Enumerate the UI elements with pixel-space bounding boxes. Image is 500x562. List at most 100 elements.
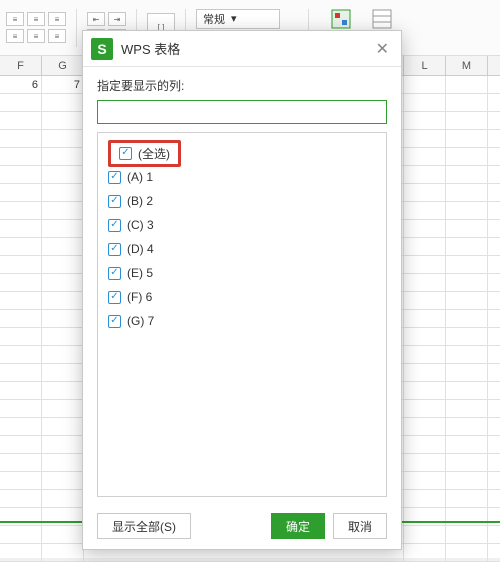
cell[interactable] xyxy=(0,112,42,129)
cell[interactable] xyxy=(404,526,446,543)
cell[interactable] xyxy=(0,274,42,291)
cell[interactable] xyxy=(404,436,446,453)
cell[interactable] xyxy=(0,184,42,201)
cell[interactable] xyxy=(446,328,488,345)
cell[interactable] xyxy=(0,94,42,111)
cell[interactable]: 6 xyxy=(0,76,42,93)
cell[interactable] xyxy=(404,274,446,291)
list-item[interactable]: (C) 3 xyxy=(108,213,376,237)
cell[interactable] xyxy=(446,238,488,255)
close-button[interactable]: ✕ xyxy=(372,35,393,63)
cell[interactable] xyxy=(446,418,488,435)
cell[interactable] xyxy=(404,112,446,129)
cell[interactable] xyxy=(0,148,42,165)
cell[interactable] xyxy=(446,184,488,201)
checkbox-icon[interactable] xyxy=(108,315,121,328)
cell[interactable] xyxy=(404,454,446,471)
search-input[interactable] xyxy=(97,100,387,124)
align-bottom-right-icon[interactable]: ≡ xyxy=(48,29,66,43)
cell[interactable] xyxy=(42,346,84,363)
cell[interactable] xyxy=(42,220,84,237)
cell[interactable] xyxy=(446,220,488,237)
column-header[interactable]: M xyxy=(446,56,488,75)
cell[interactable] xyxy=(0,544,42,561)
cell[interactable] xyxy=(42,472,84,489)
cell[interactable] xyxy=(446,94,488,111)
cell[interactable] xyxy=(446,490,488,507)
checkbox-icon[interactable] xyxy=(108,219,121,232)
show-all-button[interactable]: 显示全部(S) xyxy=(97,513,191,539)
cell[interactable] xyxy=(446,400,488,417)
list-item[interactable]: (F) 6 xyxy=(108,285,376,309)
cell[interactable] xyxy=(404,202,446,219)
cell[interactable] xyxy=(0,490,42,507)
cell[interactable] xyxy=(42,112,84,129)
list-item[interactable]: (全选) xyxy=(108,141,376,165)
cell[interactable] xyxy=(42,274,84,291)
cell[interactable] xyxy=(0,526,42,543)
cell[interactable] xyxy=(42,454,84,471)
cell[interactable] xyxy=(404,220,446,237)
cell[interactable] xyxy=(404,544,446,561)
cell[interactable] xyxy=(42,184,84,201)
cell[interactable] xyxy=(404,490,446,507)
cell[interactable] xyxy=(42,256,84,273)
cell[interactable] xyxy=(42,328,84,345)
cell[interactable] xyxy=(446,112,488,129)
cell[interactable] xyxy=(446,526,488,543)
cell[interactable] xyxy=(42,166,84,183)
column-header[interactable]: F xyxy=(0,56,42,75)
checkbox-icon[interactable] xyxy=(108,195,121,208)
column-header[interactable]: L xyxy=(404,56,446,75)
ok-button[interactable]: 确定 xyxy=(271,513,325,539)
align-bottom-center-icon[interactable]: ≡ xyxy=(27,29,45,43)
cell[interactable] xyxy=(404,346,446,363)
cell[interactable] xyxy=(446,202,488,219)
cell[interactable] xyxy=(0,382,42,399)
cell[interactable] xyxy=(42,94,84,111)
cell[interactable] xyxy=(446,382,488,399)
list-item[interactable]: (E) 5 xyxy=(108,261,376,285)
align-bottom-left-icon[interactable]: ≡ xyxy=(6,29,24,43)
cell[interactable] xyxy=(446,76,488,93)
decrease-indent-icon[interactable]: ⇤ xyxy=(87,12,105,26)
list-item[interactable]: (A) 1 xyxy=(108,165,376,189)
list-item[interactable]: (G) 7 xyxy=(108,309,376,333)
column-header[interactable]: G xyxy=(42,56,84,75)
cell[interactable] xyxy=(446,292,488,309)
cell[interactable] xyxy=(0,238,42,255)
align-top-right-icon[interactable]: ≡ xyxy=(48,12,66,26)
cell[interactable] xyxy=(0,130,42,147)
cell[interactable] xyxy=(404,382,446,399)
cell[interactable] xyxy=(404,310,446,327)
cell[interactable] xyxy=(42,238,84,255)
cell[interactable] xyxy=(42,364,84,381)
cell[interactable] xyxy=(42,490,84,507)
cell[interactable] xyxy=(446,166,488,183)
cell[interactable] xyxy=(446,472,488,489)
cell[interactable] xyxy=(0,328,42,345)
cell[interactable] xyxy=(42,400,84,417)
checkbox-icon[interactable] xyxy=(108,291,121,304)
cell[interactable] xyxy=(446,256,488,273)
cell[interactable] xyxy=(446,130,488,147)
list-item[interactable]: (D) 4 xyxy=(108,237,376,261)
cell[interactable] xyxy=(0,346,42,363)
checkbox-icon[interactable] xyxy=(108,267,121,280)
column-list[interactable]: (全选)(A) 1(B) 2(C) 3(D) 4(E) 5(F) 6(G) 7 xyxy=(97,132,387,497)
cell[interactable] xyxy=(404,292,446,309)
cell[interactable] xyxy=(42,292,84,309)
cell[interactable] xyxy=(0,418,42,435)
cell[interactable] xyxy=(42,418,84,435)
cell[interactable] xyxy=(0,364,42,381)
cell[interactable] xyxy=(0,202,42,219)
cell[interactable] xyxy=(42,526,84,543)
cell[interactable] xyxy=(0,454,42,471)
align-top-left-icon[interactable]: ≡ xyxy=(6,12,24,26)
align-top-center-icon[interactable]: ≡ xyxy=(27,12,45,26)
cell[interactable] xyxy=(404,364,446,381)
cell[interactable] xyxy=(42,436,84,453)
cell[interactable] xyxy=(42,148,84,165)
cell[interactable] xyxy=(446,310,488,327)
cell[interactable] xyxy=(404,148,446,165)
